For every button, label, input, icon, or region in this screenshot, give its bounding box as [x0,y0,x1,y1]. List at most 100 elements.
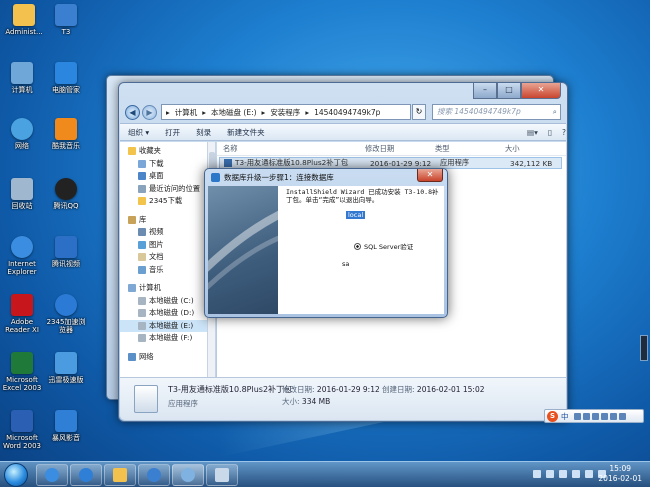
skin-icon[interactable] [609,412,617,420]
breadcrumb-computer[interactable]: 计算机 [175,107,198,118]
open-button[interactable]: 打开 [165,127,180,138]
back-button[interactable]: ◀ [125,104,140,120]
server-name-field[interactable]: local [346,211,366,219]
desktop-icon-pc-manager[interactable]: 电脑管家 [44,62,88,94]
column-size[interactable]: 大小 [505,144,555,154]
nav-drive-f[interactable]: 本地磁盘 (F:) [120,332,207,345]
desktop-icon-tencent-video[interactable]: 腾讯视频 [44,236,88,268]
desktop-icon-adobe-reader[interactable]: Adobe Reader XI [0,294,44,334]
installer-large-icon [134,385,158,413]
desktop-icon-t3[interactable]: T3 [44,4,88,36]
desktop-icon-recycle-bin[interactable]: 回收站 [0,178,44,210]
desktop-icon-excel[interactable]: Microsoft Excel 2003 [0,352,44,392]
nav-drive-c[interactable]: 本地磁盘 (C:) [120,295,207,308]
nav-videos[interactable]: 视频 [120,226,207,239]
drive-icon [138,309,146,318]
dialog-title: 数据库升级一步骤1：连接数据库 [224,173,334,182]
clock[interactable]: 15:09 2016-02-01 [598,464,642,484]
nav-libraries[interactable]: 库 [120,214,207,227]
nav-desktop[interactable]: 桌面 [120,170,207,183]
desktop-icon-2345-browser[interactable]: 2345加速浏览器 [44,294,88,334]
desktop-icon-computer[interactable]: 计算机 [0,62,44,94]
taskbar-wizard-button[interactable] [206,464,238,486]
database-upgrade-dialog[interactable]: 数据库升级一步骤1：连接数据库 ✕ InstallShield Wizard 已… [204,168,448,318]
nav-downloads[interactable]: 下载 [120,158,207,171]
dialog-close-button[interactable]: ✕ [417,169,443,182]
maximize-button[interactable]: □ [497,83,521,99]
radio-selected-icon [354,242,361,250]
nav-favorites[interactable]: 收藏夹 [120,145,207,158]
tray-app-icon[interactable] [533,470,541,478]
organize-button[interactable]: 组织 ▾ [128,127,149,138]
ime-mode-label[interactable]: 中 [561,411,569,422]
view-options-icon[interactable]: ▤▾ [527,128,538,137]
taskbar-ie-button[interactable] [36,464,68,486]
column-name[interactable]: 名称 [217,144,365,154]
preview-pane-icon[interactable]: ▯ [548,128,552,137]
nav-documents[interactable]: 文档 [120,251,207,264]
sidebar-handle[interactable] [640,335,648,361]
punctuation-icon[interactable] [573,412,581,420]
desktop-icon-label: 暴风影音 [52,434,80,442]
tray-ime-icon[interactable] [559,470,567,478]
toolbox-icon[interactable] [618,412,626,420]
nav-label: 桌面 [149,171,164,181]
nav-computer[interactable]: 计算机 [120,282,207,295]
desktop-icon-label: Administ... [5,28,43,36]
desktop-icon-label: Microsoft Word 2003 [2,434,42,450]
desktop-icon-word[interactable]: Microsoft Word 2003 [0,410,44,450]
chevron-right-icon: ▸ [202,107,207,117]
voice-icon[interactable] [591,412,599,420]
view-controls: ▤▾ ▯ ? [517,128,566,137]
username-field[interactable]: sa [342,260,349,268]
sql-auth-radio[interactable]: SQL Server验证 [354,241,413,251]
burn-button[interactable]: 刻录 [196,127,211,138]
chevron-right-icon: ▸ [261,107,266,117]
music-k-icon [55,118,77,140]
network-globe-icon [11,118,33,140]
tray-security-icon[interactable] [546,470,554,478]
breadcrumb-folder[interactable]: 1454049474​9k7p [314,108,380,117]
desktop-icon-label: 网络 [15,142,29,150]
emoji-icon[interactable] [582,412,590,420]
desktop-icon-administrator[interactable]: Administ... [2,4,46,36]
forward-button[interactable]: ▶ [142,104,157,120]
excel-icon [11,352,33,374]
column-type[interactable]: 类型 [435,144,505,154]
breadcrumb-drive-e[interactable]: 本地磁盘 (E:) [211,107,257,118]
nav-music[interactable]: 音乐 [120,264,207,277]
help-icon[interactable]: ? [562,128,566,137]
sogou-icon[interactable]: S [547,410,558,422]
desktop-icon-xunlei[interactable]: 迅雷极速版 [44,352,88,384]
nav-pictures[interactable]: 图片 [120,239,207,252]
close-button[interactable]: ✕ [521,83,561,99]
desktop-icon-baofeng[interactable]: 暴风影音 [44,410,88,442]
nav-network[interactable]: 网络 [120,351,207,364]
keyboard-icon[interactable] [600,412,608,420]
taskbar-media-button[interactable] [70,464,102,486]
tray-flag-icon[interactable] [572,470,580,478]
desktop-icon-network[interactable]: 网络 [0,118,44,150]
nav-recent[interactable]: 最近访问的位置 [120,183,207,196]
desktop-icon-qq[interactable]: 腾讯QQ [44,178,88,210]
new-folder-button[interactable]: 新建文件夹 [227,127,265,138]
address-bar[interactable]: ▸ 计算机 ▸ 本地磁盘 (E:) ▸ 安装程序 ▸ 1454049474​9k… [161,104,411,120]
nav-2345-downloads[interactable]: 2345下载 [120,195,207,208]
search-input[interactable]: 搜索 1454049474​9k7p ⌕ [432,104,561,120]
start-button[interactable] [4,463,28,487]
refresh-icon[interactable]: ↻ [412,104,426,120]
internet-explorer-icon [11,236,33,258]
nav-drive-d[interactable]: 本地磁盘 (D:) [120,307,207,320]
desktop-icon-ie[interactable]: Internet Explorer [0,236,44,276]
desktop-icon-kuwo-music[interactable]: 酷我音乐 [44,118,88,150]
taskbar-t3-button[interactable] [138,464,170,486]
column-modified[interactable]: 修改日期 [365,144,435,154]
nav-drive-e[interactable]: 本地磁盘 (E:) [120,319,207,332]
taskbar-setup-button[interactable] [172,464,204,486]
ime-toolbar[interactable]: S 中 [544,409,644,423]
details-modified-label: 修改日期: [282,385,315,394]
taskbar-explorer-button[interactable] [104,464,136,486]
tray-network-icon[interactable] [585,470,593,478]
minimize-button[interactable]: – [473,83,497,99]
breadcrumb-install[interactable]: 安装程序 [270,107,300,118]
